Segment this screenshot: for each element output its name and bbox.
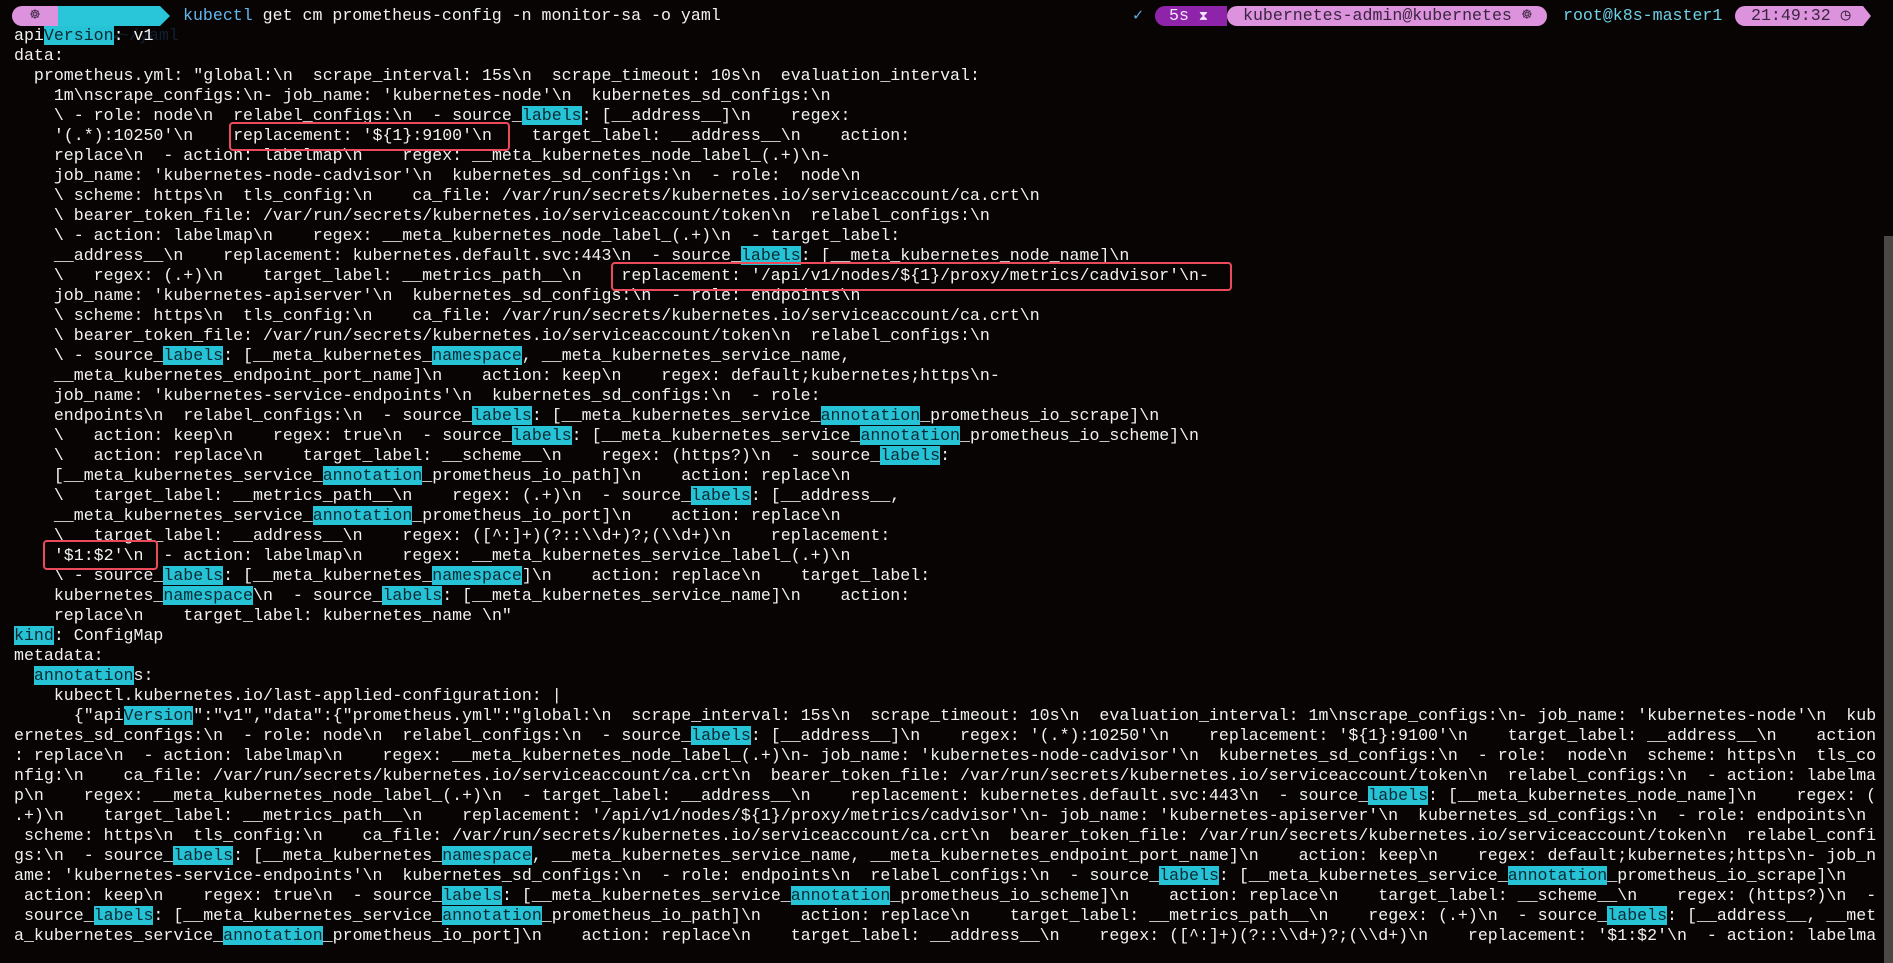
- segment-arrow: [160, 6, 170, 26]
- directory-segment: ▰~/yaml: [58, 6, 179, 45]
- hourglass-icon: ⧗: [1198, 9, 1209, 24]
- shell-prompt: ☸ ▰~/yaml kubectl get cm prometheus-conf…: [0, 6, 1893, 45]
- output-line: data:: [14, 46, 64, 65]
- output-line: : replace\n - action: labelmap\n regex: …: [14, 746, 1877, 765]
- search-highlight: annotation: [312, 506, 413, 525]
- search-highlight: labels: [1159, 866, 1219, 885]
- output-line: \ - source_labels: [__meta_kubernetes_na…: [14, 346, 851, 365]
- scrollbar[interactable]: [1884, 236, 1893, 963]
- output-line: apiVersion: v1: [14, 26, 154, 45]
- output-line: .+)\n target_label: __metrics_path__\n r…: [14, 806, 1877, 825]
- output-line: source_labels: [__meta_kubernetes_servic…: [14, 906, 1877, 925]
- output-line: [__meta_kubernetes_service_annotation_pr…: [14, 466, 851, 485]
- output-line: \ target_label: __address__\n regex: ([^…: [14, 526, 891, 545]
- search-highlight: labels: [1368, 786, 1429, 805]
- search-highlight: labels: [691, 486, 751, 505]
- command-line: kubectl get cm prometheus-config -n moni…: [183, 6, 721, 26]
- output-line: \ - action: labelmap\n regex: __meta_kub…: [14, 226, 901, 245]
- search-highlight: labels: [173, 846, 234, 865]
- output-line: 1m\nscrape_configs:\n- job_name: 'kubern…: [14, 86, 831, 105]
- search-highlight: labels: [511, 426, 572, 445]
- output-line: job_name: 'kubernetes-node-cadvisor'\n k…: [14, 166, 861, 185]
- annotation-box-endpoint-replacement: [43, 540, 158, 570]
- annotation-box-cadvisor-replacement: [611, 262, 1232, 291]
- search-highlight: annotation: [790, 886, 891, 905]
- output-line: \ bearer_token_file: /var/run/secrets/ku…: [14, 206, 990, 225]
- os-icon: ☸: [12, 6, 58, 26]
- output-line: \ action: keep\n regex: true\n - source_…: [14, 426, 1200, 445]
- output-line: \ target_label: __metrics_path__\n regex…: [14, 486, 901, 505]
- success-check-icon: ✓: [1133, 6, 1143, 25]
- search-highlight: namespace: [442, 846, 532, 865]
- search-highlight: labels: [163, 346, 224, 365]
- output-line: \ scheme: https\n tls_config:\n ca_file:…: [14, 306, 1040, 325]
- output-line: replace\n target_label: kubernetes_name …: [14, 606, 512, 625]
- search-highlight: annotation: [1507, 866, 1608, 885]
- output-line: p\n regex: __meta_kubernetes_node_label_…: [14, 786, 1877, 805]
- output-line: \ - source_labels: [__meta_kubernetes_na…: [14, 566, 931, 585]
- output-line: scheme: https\n tls_config:\n ca_file: /…: [14, 826, 1877, 845]
- output-line: '$1:$2'\n - action: labelmap\n regex: __…: [14, 546, 851, 565]
- time-segment: 21:49:32 ◷: [1735, 6, 1863, 26]
- search-highlight: annotation: [322, 466, 423, 485]
- search-highlight: labels: [521, 106, 582, 125]
- terminal-output: apiVersion: v1 data: prometheus.yml: "glo…: [14, 26, 1883, 946]
- context-segment: kubernetes-admin@kubernetes ☸: [1227, 6, 1547, 26]
- search-highlight: labels: [880, 446, 941, 465]
- search-highlight: labels: [1607, 906, 1668, 925]
- command-args: get cm prometheus-config -n monitor-sa -…: [252, 6, 721, 25]
- output-line: nfig:\n ca_file: /var/run/secrets/kubern…: [14, 766, 1877, 785]
- output-line: {"apiVersion":"v1","data":{"prometheus.y…: [14, 706, 1877, 725]
- clock-time: 21:49:32: [1751, 6, 1831, 25]
- output-line: endpoints\n relabel_configs:\n - source_…: [14, 406, 1160, 425]
- search-highlight: namespace: [432, 566, 522, 585]
- output-line: kubectl.kubernetes.io/last-applied-confi…: [14, 686, 562, 705]
- search-highlight: namespace: [163, 586, 253, 605]
- output-line: ernetes_sd_configs:\n - role: node\n rel…: [14, 726, 1877, 745]
- output-line: metadata:: [14, 646, 104, 665]
- output-line: ame: 'kubernetes-service-endpoints'\n ku…: [14, 866, 1857, 885]
- output-line: kind: ConfigMap: [14, 626, 164, 645]
- search-highlight: labels: [442, 886, 502, 905]
- segment-arrow-end: [1863, 6, 1871, 26]
- output-line: \ action: replace\n target_label: __sche…: [14, 446, 951, 465]
- kube-context: kubernetes-admin@kubernetes: [1243, 6, 1512, 25]
- output-line: job_name: 'kubernetes-service-endpoints'…: [14, 386, 821, 405]
- output-line: action: keep\n regex: true\n - source_la…: [14, 886, 1877, 905]
- search-highlight: labels: [163, 566, 224, 585]
- output-line: kubernetes_namespace\n - source_labels: …: [14, 586, 911, 605]
- kubernetes-icon: ☸: [1521, 6, 1532, 25]
- duration-segment: 5s ⧗: [1155, 6, 1227, 26]
- output-line: __meta_kubernetes_service_annotation_pro…: [14, 506, 841, 525]
- output-line: gs:\n - source_labels: [__meta_kubernete…: [14, 846, 1877, 865]
- search-highlight: namespace: [432, 346, 522, 365]
- duration: 5s: [1169, 6, 1189, 25]
- output-line: prometheus.yml: "global:\n scrape_interv…: [14, 66, 980, 85]
- search-highlight: annotation: [820, 406, 921, 425]
- output-line: __meta_kubernetes_endpoint_port_name]\n …: [14, 366, 1000, 385]
- user-host: root@k8s-master1: [1563, 6, 1723, 25]
- annotation-box-node-replacement: [229, 122, 510, 151]
- search-highlight: annotation: [33, 666, 134, 685]
- search-highlight: kind: [14, 626, 54, 645]
- output-line: annotations:: [33, 666, 154, 685]
- search-highlight: Version: [123, 706, 194, 725]
- clock-icon: ◷: [1840, 6, 1851, 25]
- search-highlight: annotation: [442, 906, 542, 925]
- output-line: a_kubernetes_service_annotation_promethe…: [14, 926, 1877, 945]
- command-name: kubectl: [183, 6, 253, 25]
- search-highlight: annotation: [223, 926, 323, 945]
- output-line: \ bearer_token_file: /var/run/secrets/ku…: [14, 326, 990, 345]
- output-line: \ scheme: https\n tls_config:\n ca_file:…: [14, 186, 1040, 205]
- search-highlight: labels: [382, 586, 443, 605]
- search-highlight: annotation: [860, 426, 961, 445]
- search-highlight: labels: [691, 726, 751, 745]
- search-highlight: labels: [93, 906, 154, 925]
- search-highlight: labels: [472, 406, 532, 425]
- search-highlight: Version: [43, 26, 114, 45]
